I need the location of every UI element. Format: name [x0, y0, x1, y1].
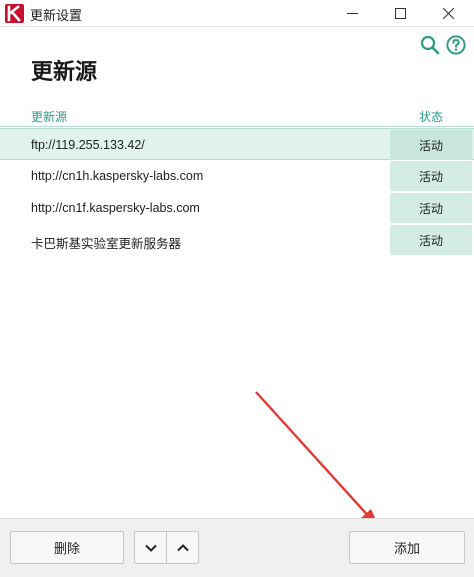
- close-button[interactable]: [425, 0, 471, 27]
- search-icon[interactable]: [420, 35, 440, 55]
- source-url: ftp://119.255.133.42/: [31, 138, 145, 152]
- kaspersky-logo-icon: [5, 4, 24, 23]
- table-row[interactable]: http://cn1f.kaspersky-labs.com 活动: [0, 192, 474, 224]
- status-badge: 活动: [390, 225, 472, 255]
- title-bar: 更新设置: [0, 0, 474, 27]
- table-row[interactable]: http://cn1h.kaspersky-labs.com 活动: [0, 160, 474, 192]
- table-header: 更新源 状态: [0, 105, 474, 127]
- status-badge: 活动: [390, 130, 472, 160]
- source-url: 卡巴斯基实验室更新服务器: [31, 237, 182, 251]
- help-icon[interactable]: [446, 35, 466, 55]
- status-badge: 活动: [390, 193, 472, 223]
- status-badge: 活动: [390, 161, 472, 191]
- chevron-up-icon: [176, 543, 189, 551]
- delete-button[interactable]: 删除: [10, 531, 124, 564]
- window-title: 更新设置: [30, 8, 83, 23]
- update-source-list: ftp://119.255.133.42/ 活动 http://cn1h.kas…: [0, 128, 474, 256]
- chevron-down-icon: [144, 544, 157, 552]
- source-url: http://cn1f.kaspersky-labs.com: [31, 201, 200, 215]
- close-icon: [442, 8, 454, 19]
- bottom-toolbar: 删除 添加: [0, 518, 474, 577]
- move-down-button[interactable]: [134, 531, 166, 564]
- table-row[interactable]: ftp://119.255.133.42/ 活动: [0, 128, 474, 160]
- page-title: 更新源: [31, 59, 98, 84]
- table-row[interactable]: 卡巴斯基实验室更新服务器 活动: [0, 224, 474, 256]
- minimize-button[interactable]: [329, 0, 375, 27]
- add-button[interactable]: 添加: [349, 531, 465, 564]
- column-header-source[interactable]: 更新源: [31, 108, 67, 125]
- minimize-icon: [346, 13, 358, 14]
- column-header-status[interactable]: 状态: [390, 108, 472, 125]
- header-icons: [420, 35, 466, 55]
- move-up-button[interactable]: [166, 531, 199, 564]
- source-url: http://cn1h.kaspersky-labs.com: [31, 169, 204, 183]
- maximize-button[interactable]: [377, 0, 423, 27]
- annotation-arrow: [255, 391, 380, 529]
- maximize-icon: [394, 8, 406, 19]
